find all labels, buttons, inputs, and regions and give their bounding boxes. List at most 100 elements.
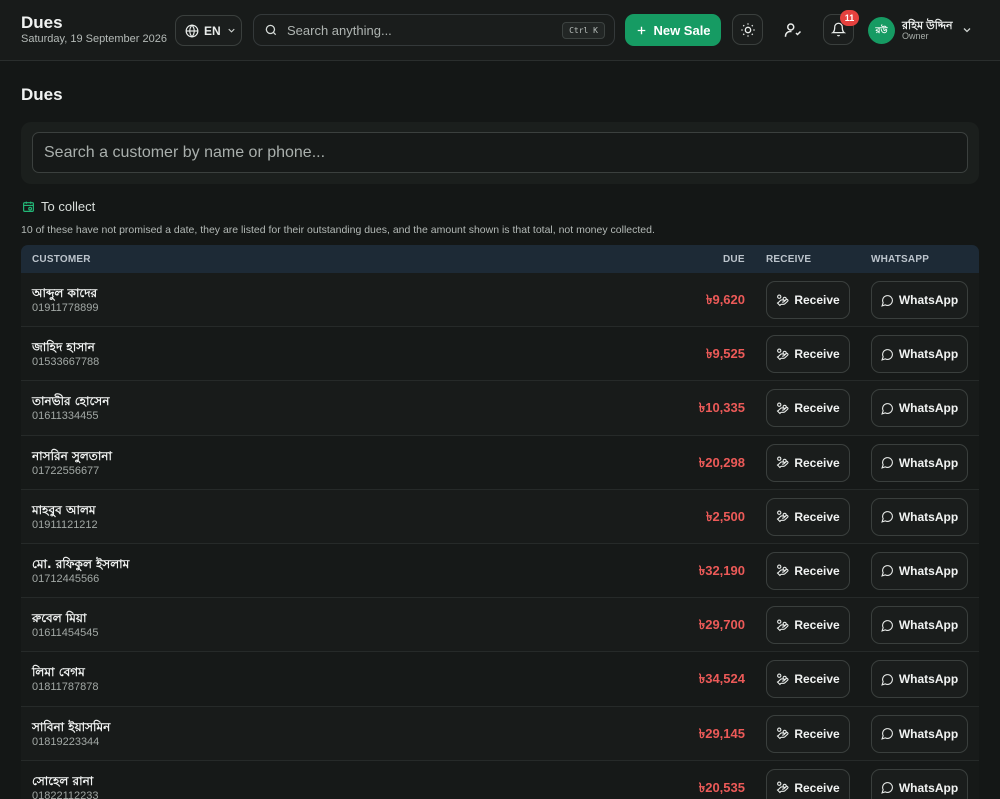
customer-search-input[interactable] — [32, 132, 968, 173]
whatsapp-button[interactable]: WhatsApp — [871, 714, 968, 753]
current-date: Saturday, 19 September 2026 — [21, 33, 167, 45]
receive-button[interactable]: Receive — [766, 443, 850, 482]
receive-button[interactable]: Receive — [766, 389, 850, 428]
receive-button[interactable]: Receive — [766, 281, 850, 319]
chat-bubble-icon — [881, 510, 894, 524]
hand-coins-icon — [776, 781, 789, 794]
due-amount: ৳9,620 — [705, 292, 745, 307]
hand-coins-icon — [776, 673, 789, 686]
user-avatar[interactable]: রউ — [868, 17, 895, 44]
table-row: নাসরিন সুলতানা 01722556677 ৳20,298 Recei… — [21, 435, 979, 490]
whatsapp-label: WhatsApp — [898, 726, 959, 741]
receive-label: Receive — [794, 401, 840, 416]
chat-bubble-icon — [881, 727, 894, 740]
customer-phone: 01819223344 — [32, 735, 100, 748]
receive-label: Receive — [794, 726, 840, 741]
language-label: EN — [204, 23, 221, 38]
due-amount: ৳32,190 — [698, 562, 745, 578]
global-search[interactable]: Ctrl K — [253, 14, 615, 46]
receive-button[interactable]: Receive — [766, 497, 850, 536]
receive-button[interactable]: Receive — [766, 660, 850, 699]
receive-button[interactable]: Receive — [766, 551, 850, 590]
due-amount: ৳2,500 — [705, 508, 745, 524]
due-amount: ৳29,145 — [698, 725, 745, 741]
chat-bubble-icon — [881, 781, 894, 794]
whatsapp-button[interactable]: WhatsApp — [871, 281, 968, 319]
due-amount: ৳34,524 — [698, 671, 745, 687]
column-whatsapp: WHATSAPP — [871, 254, 930, 265]
hand-coins-icon — [776, 456, 789, 469]
page-title: Dues — [21, 85, 63, 104]
due-amount: ৳10,335 — [698, 400, 745, 416]
receive-label: Receive — [794, 509, 840, 524]
hand-coins-icon — [776, 510, 789, 523]
table-row: মো. রফিকুল ইসলাম 01712445566 ৳32,190 Rec… — [21, 543, 979, 599]
hand-coins-icon — [776, 402, 789, 415]
customer-phone: 01811787878 — [32, 681, 99, 694]
global-search-input[interactable] — [287, 22, 547, 38]
chevron-down-icon — [226, 25, 237, 36]
notification-count-badge: 11 — [840, 10, 859, 26]
table-row: মাহবুব আলম 01911121212 ৳2,500 Receive Wh… — [21, 489, 979, 544]
whatsapp-button[interactable]: WhatsApp — [871, 443, 968, 482]
search-shortcut-hint: Ctrl K — [562, 22, 605, 39]
table-row: আব্দুল কাদের 01911778899 ৳9,620 Receive … — [21, 273, 979, 328]
theme-toggle-button[interactable] — [732, 14, 763, 45]
hand-coins-icon — [776, 294, 789, 307]
globe-icon — [185, 23, 199, 38]
customer-phone: 01611334455 — [32, 410, 99, 423]
whatsapp-button[interactable]: WhatsApp — [871, 497, 968, 536]
whatsapp-label: WhatsApp — [898, 401, 959, 416]
table-row: লিমা বেগম 01811787878 ৳34,524 Receive Wh… — [21, 652, 979, 707]
chat-bubble-icon — [881, 348, 894, 361]
due-amount: ৳20,535 — [698, 779, 745, 795]
table-row: সোহেল রানা 01822112233 ৳20,535 Receive W… — [21, 760, 979, 799]
column-receive: RECEIVE — [766, 254, 812, 265]
user-check-button[interactable] — [777, 14, 808, 45]
customer-phone: 01611454545 — [32, 627, 99, 640]
receive-label: Receive — [794, 347, 840, 362]
table-row: রুবেল মিয়া 01611454545 ৳29,700 Receive … — [21, 598, 979, 653]
customer-phone: 01822112233 — [32, 789, 99, 799]
hand-coins-icon — [776, 619, 789, 632]
top-bar: Dues Saturday, 19 September 2026 EN Ctrl… — [0, 0, 1000, 61]
due-amount: ৳9,525 — [705, 346, 745, 362]
dues-table-body: আব্দুল কাদের 01911778899 ৳9,620 Receive … — [21, 273, 979, 799]
whatsapp-label: WhatsApp — [898, 455, 959, 470]
due-amount: ৳29,700 — [698, 617, 745, 633]
customer-phone: 01911121212 — [32, 518, 98, 531]
receive-label: Receive — [794, 618, 840, 633]
whatsapp-button[interactable]: WhatsApp — [871, 335, 968, 374]
whatsapp-button[interactable]: WhatsApp — [871, 606, 968, 645]
receive-button[interactable]: Receive — [766, 606, 850, 645]
receive-label: Receive — [794, 455, 840, 470]
chat-bubble-icon — [881, 564, 894, 578]
receive-label: Receive — [794, 780, 840, 795]
plus-icon — [635, 24, 648, 37]
whatsapp-button[interactable]: WhatsApp — [871, 660, 968, 699]
hand-coins-icon — [776, 564, 789, 577]
receive-button[interactable]: Receive — [766, 335, 850, 374]
user-check-icon — [784, 21, 802, 39]
customer-phone: 01722556677 — [32, 464, 100, 477]
new-sale-button[interactable]: New Sale — [625, 14, 721, 46]
customer-phone: 01712445566 — [32, 572, 100, 585]
whatsapp-button[interactable]: WhatsApp — [871, 768, 968, 799]
whatsapp-label: WhatsApp — [898, 509, 959, 524]
whatsapp-label: WhatsApp — [898, 293, 959, 307]
whatsapp-button[interactable]: WhatsApp — [871, 551, 968, 590]
chat-bubble-icon — [881, 456, 894, 469]
language-switcher[interactable]: EN — [175, 15, 242, 46]
receive-label: Receive — [794, 293, 840, 307]
receive-button[interactable]: Receive — [766, 768, 850, 799]
hand-coins-icon — [776, 348, 789, 361]
customer-phone: 01533667788 — [32, 356, 100, 369]
column-customer: CUSTOMER — [32, 254, 91, 265]
chevron-down-icon[interactable] — [961, 24, 973, 36]
whatsapp-button[interactable]: WhatsApp — [871, 389, 968, 428]
customer-phone: 01911778899 — [32, 302, 99, 314]
whatsapp-label: WhatsApp — [898, 672, 959, 687]
receive-button[interactable]: Receive — [766, 714, 850, 753]
table-row: জাহিদ হাসান 01533667788 ৳9,525 Receive W… — [21, 327, 979, 382]
section-title: To collect — [41, 199, 96, 214]
